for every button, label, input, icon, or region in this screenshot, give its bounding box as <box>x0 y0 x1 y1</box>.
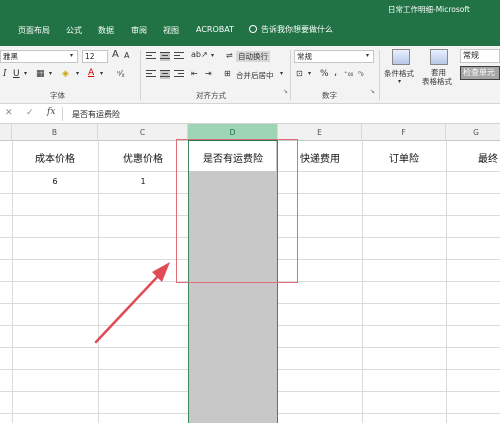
excel-window: 日常工作明细-Microsoft 页面布局 公式 数据 审阅 视图 ACROBA… <box>0 0 500 423</box>
annotation-arrow <box>94 262 170 344</box>
